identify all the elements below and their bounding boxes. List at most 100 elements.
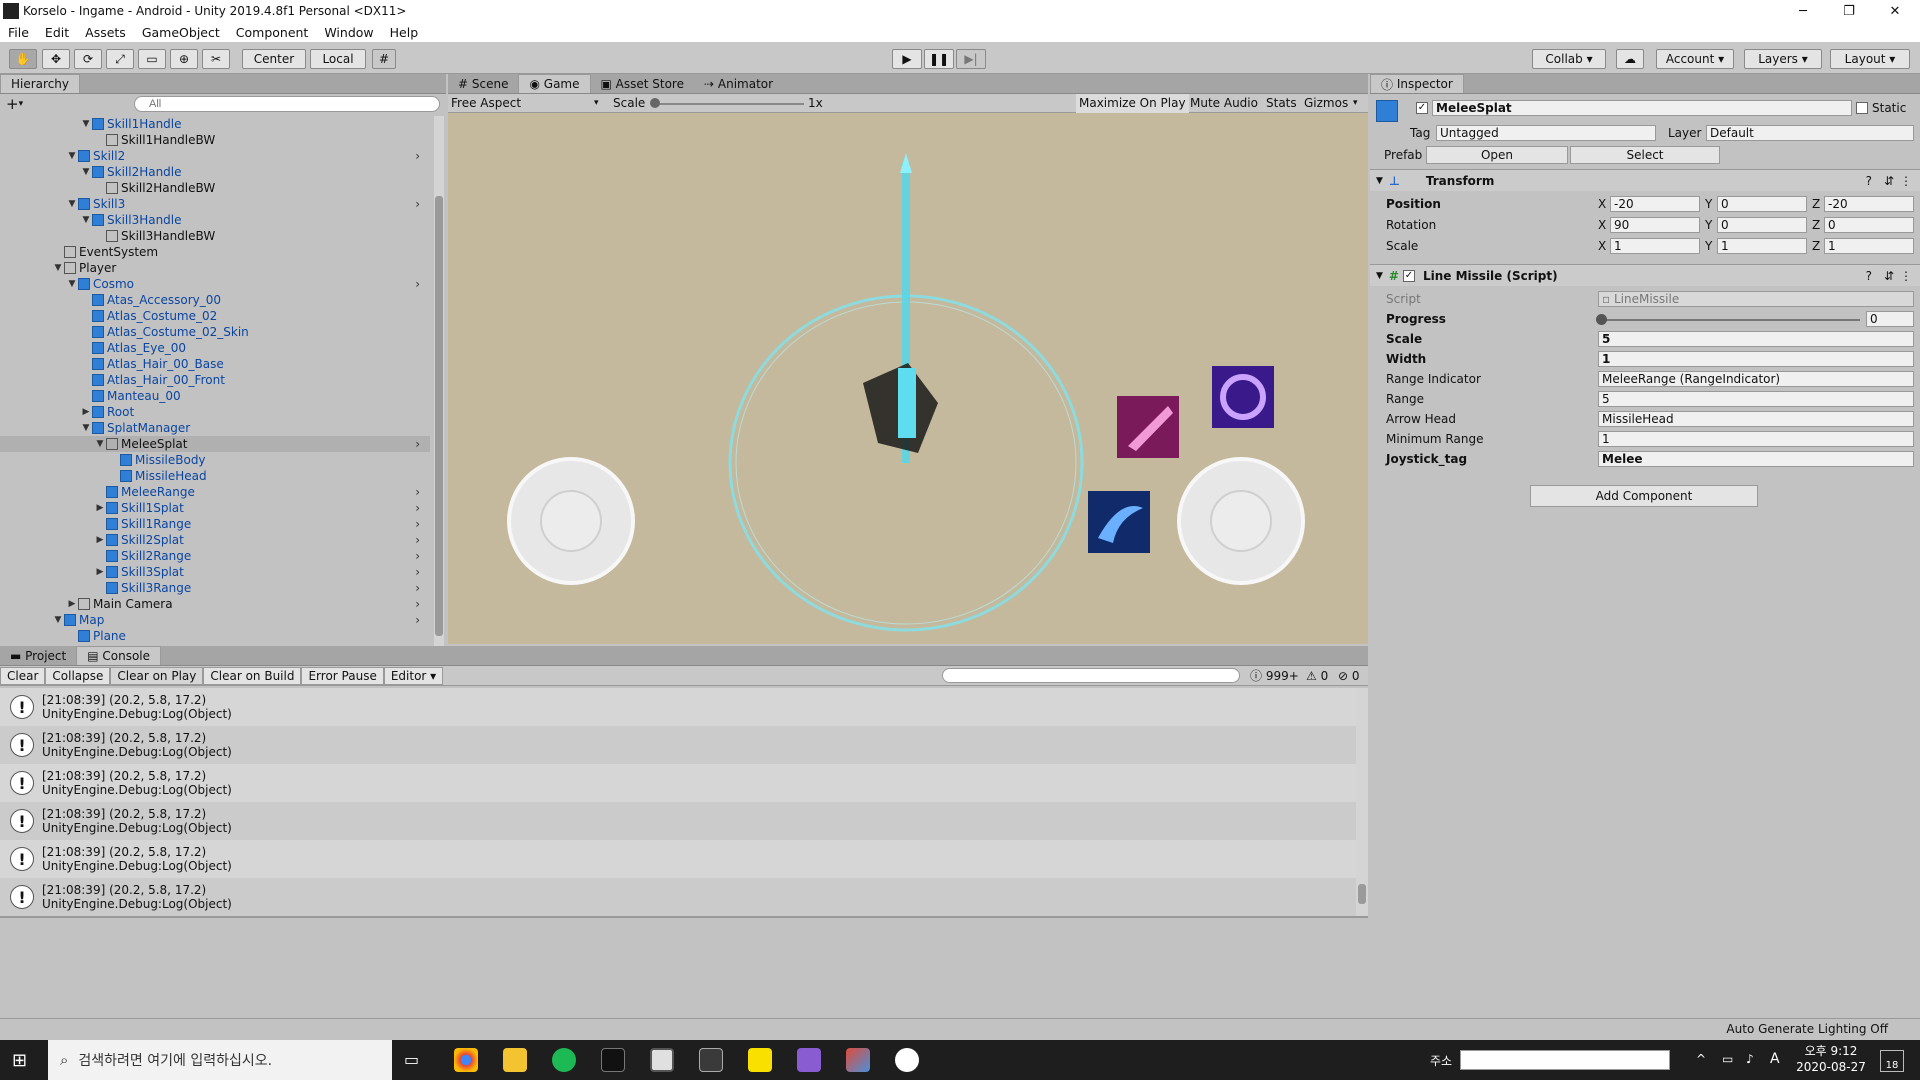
rotate-tool-icon[interactable]: ⟳ [74, 49, 102, 69]
log-entry[interactable]: ! [21:08:39] (20.2, 5.8, 17.2) UnityEngine… [0, 688, 1356, 726]
hierarchy-item[interactable]: ▼ Skill3Handle [0, 212, 430, 228]
network-icon[interactable]: ▭ [1722, 1052, 1733, 1066]
hierarchy-item[interactable]: Atlas_Hair_00_Base [0, 356, 430, 372]
menu-component[interactable]: Component [228, 25, 317, 40]
transform-tool-icon[interactable]: ⊕ [170, 49, 198, 69]
taskbar-search-box[interactable]: ⌕ 검색하려면 여기에 입력하십시오. [48, 1040, 392, 1080]
hierarchy-item[interactable]: Skill2Range › [0, 548, 430, 564]
scale-slider-thumb[interactable] [650, 98, 660, 108]
console-search-input[interactable] [942, 668, 1240, 683]
windows-start-icon[interactable]: ⊞ [12, 1050, 27, 1071]
scale-slider[interactable] [654, 103, 804, 105]
hierarchy-item[interactable]: ▶ Skill1Splat › [0, 500, 430, 516]
foldout-arrow-icon[interactable]: ▶ [94, 503, 106, 513]
foldout-arrow-icon[interactable]: ▼ [80, 167, 92, 177]
foldout-arrow-icon[interactable]: ▼ [1376, 176, 1383, 186]
pivot-center-button[interactable]: Center [242, 49, 306, 69]
chevron-up-icon[interactable]: ^ [1696, 1052, 1706, 1066]
hierarchy-item[interactable]: ▼ Map › [0, 612, 430, 628]
chevron-right-icon[interactable]: › [415, 549, 420, 563]
cloud-icon[interactable]: ☁ [1616, 49, 1644, 69]
app-mw-icon[interactable] [601, 1048, 625, 1072]
layout-dropdown[interactable]: Layout ▾ [1830, 49, 1910, 69]
notification-center-icon[interactable]: 18 [1880, 1050, 1904, 1072]
hierarchy-item[interactable]: ▼ SplatManager [0, 420, 430, 436]
hierarchy-item[interactable]: ▼ Player [0, 260, 430, 276]
object-name-field[interactable]: MeleeSplat [1432, 100, 1852, 116]
mute-audio-toggle[interactable]: Mute Audio [1190, 96, 1258, 110]
hierarchy-item[interactable]: Skill3Range › [0, 580, 430, 596]
script-field-value[interactable]: Melee [1598, 451, 1914, 467]
menu-file[interactable]: File [0, 25, 37, 40]
transform-y-field[interactable]: 0 [1717, 217, 1807, 233]
collab-dropdown[interactable]: Collab ▾ [1532, 49, 1606, 69]
chevron-down-icon[interactable]: ▾ [19, 99, 24, 109]
foldout-arrow-icon[interactable]: ▼ [52, 615, 64, 625]
hierarchy-item[interactable]: EventSystem [0, 244, 430, 260]
hierarchy-item[interactable]: MeleeRange › [0, 484, 430, 500]
rect-tool-icon[interactable]: ▭ [138, 49, 166, 69]
tab-project[interactable]: ▬ Project [0, 646, 76, 665]
component-enabled-checkbox[interactable]: ✓ [1402, 269, 1415, 282]
transform-x-field[interactable]: 90 [1610, 217, 1700, 233]
custom-tool-icon[interactable]: ✂ [202, 49, 230, 69]
clear-on-play-toggle[interactable]: Clear on Play [110, 666, 204, 685]
hierarchy-item[interactable]: ▼ Cosmo › [0, 276, 430, 292]
move-tool-icon[interactable]: ✥ [42, 49, 70, 69]
chevron-right-icon[interactable]: › [415, 197, 420, 211]
hierarchy-item[interactable]: ▼ Skill2Handle [0, 164, 430, 180]
play-button[interactable]: ▶ [892, 49, 922, 69]
pivot-local-button[interactable]: Local [310, 49, 366, 69]
progress-value-field[interactable]: 0 [1866, 311, 1914, 327]
foldout-arrow-icon[interactable]: ▼ [1376, 271, 1383, 281]
menu-assets[interactable]: Assets [77, 25, 134, 40]
foldout-arrow-icon[interactable]: ▼ [66, 151, 78, 161]
layers-dropdown[interactable]: Layers ▾ [1744, 49, 1822, 69]
hierarchy-item[interactable]: MissileHead [0, 468, 430, 484]
script-field-value[interactable]: 1 [1598, 351, 1914, 367]
axis-x-label[interactable]: X [1598, 218, 1606, 232]
foldout-arrow-icon[interactable]: ▼ [80, 423, 92, 433]
log-entry[interactable]: ! [21:08:39] (20.2, 5.8, 17.2) UnityEngine… [0, 878, 1356, 916]
visual-studio-icon[interactable] [797, 1048, 821, 1072]
axis-z-label[interactable]: Z [1812, 239, 1820, 253]
console-splitter[interactable] [0, 916, 1368, 918]
tab-game[interactable]: ◉ Game [518, 74, 591, 93]
static-checkbox[interactable] [1856, 102, 1868, 114]
script-field-value[interactable]: 5 [1598, 391, 1914, 407]
foldout-arrow-icon[interactable]: ▼ [66, 199, 78, 209]
foldout-arrow-icon[interactable]: ▼ [52, 263, 64, 273]
chevron-down-icon[interactable]: ▾ [594, 98, 599, 108]
tab-inspector[interactable]: ⓘ Inspector [1370, 74, 1464, 93]
chevron-right-icon[interactable]: › [415, 277, 420, 291]
grid-snap-icon[interactable]: # [372, 49, 396, 69]
transform-component-header[interactable]: ▼ ⊥ Transform ? ⇵ ⋮ [1370, 169, 1920, 191]
tab-console[interactable]: ▤ Console [76, 646, 162, 665]
axis-y-label[interactable]: Y [1705, 239, 1712, 253]
log-entry[interactable]: ! [21:08:39] (20.2, 5.8, 17.2) UnityEngine… [0, 840, 1356, 878]
script-field-value[interactable]: 5 [1598, 331, 1914, 347]
menu-help[interactable]: Help [382, 25, 427, 40]
line-missile-component-header[interactable]: ▼ # ✓ Line Missile (Script) ? ⇵ ⋮ [1370, 264, 1920, 286]
tab-asset-store[interactable]: ▣ Asset Store [591, 74, 695, 93]
log-entry[interactable]: ! [21:08:39] (20.2, 5.8, 17.2) UnityEngine… [0, 764, 1356, 802]
hierarchy-item[interactable]: ▶ Main Camera › [0, 596, 430, 612]
tab-animator[interactable]: ⇢ Animator [694, 74, 783, 93]
hierarchy-item[interactable]: Atlas_Costume_02 [0, 308, 430, 324]
script-field-value[interactable]: MeleeRange (RangeIndicator) [1598, 371, 1914, 387]
transform-y-field[interactable]: 1 [1717, 238, 1807, 254]
foldout-arrow-icon[interactable]: ▶ [66, 599, 78, 609]
layer-dropdown[interactable]: Default [1706, 125, 1914, 141]
chevron-right-icon[interactable]: › [415, 149, 420, 163]
kebab-menu-icon[interactable]: ⋮ [1900, 269, 1912, 283]
foldout-arrow-icon[interactable]: ▶ [80, 407, 92, 417]
kakaotalk-icon[interactable] [748, 1048, 772, 1072]
presets-icon[interactable]: ⇵ [1884, 174, 1894, 188]
hierarchy-scroll-thumb[interactable] [435, 196, 443, 636]
hierarchy-item[interactable]: ▶ Skill3Splat › [0, 564, 430, 580]
help-icon[interactable]: ? [1866, 269, 1872, 283]
address-input[interactable] [1460, 1050, 1670, 1070]
console-scroll-thumb[interactable] [1358, 884, 1366, 904]
volume-icon[interactable]: ♪ [1746, 1052, 1754, 1066]
hierarchy-scrollbar[interactable] [434, 116, 444, 646]
